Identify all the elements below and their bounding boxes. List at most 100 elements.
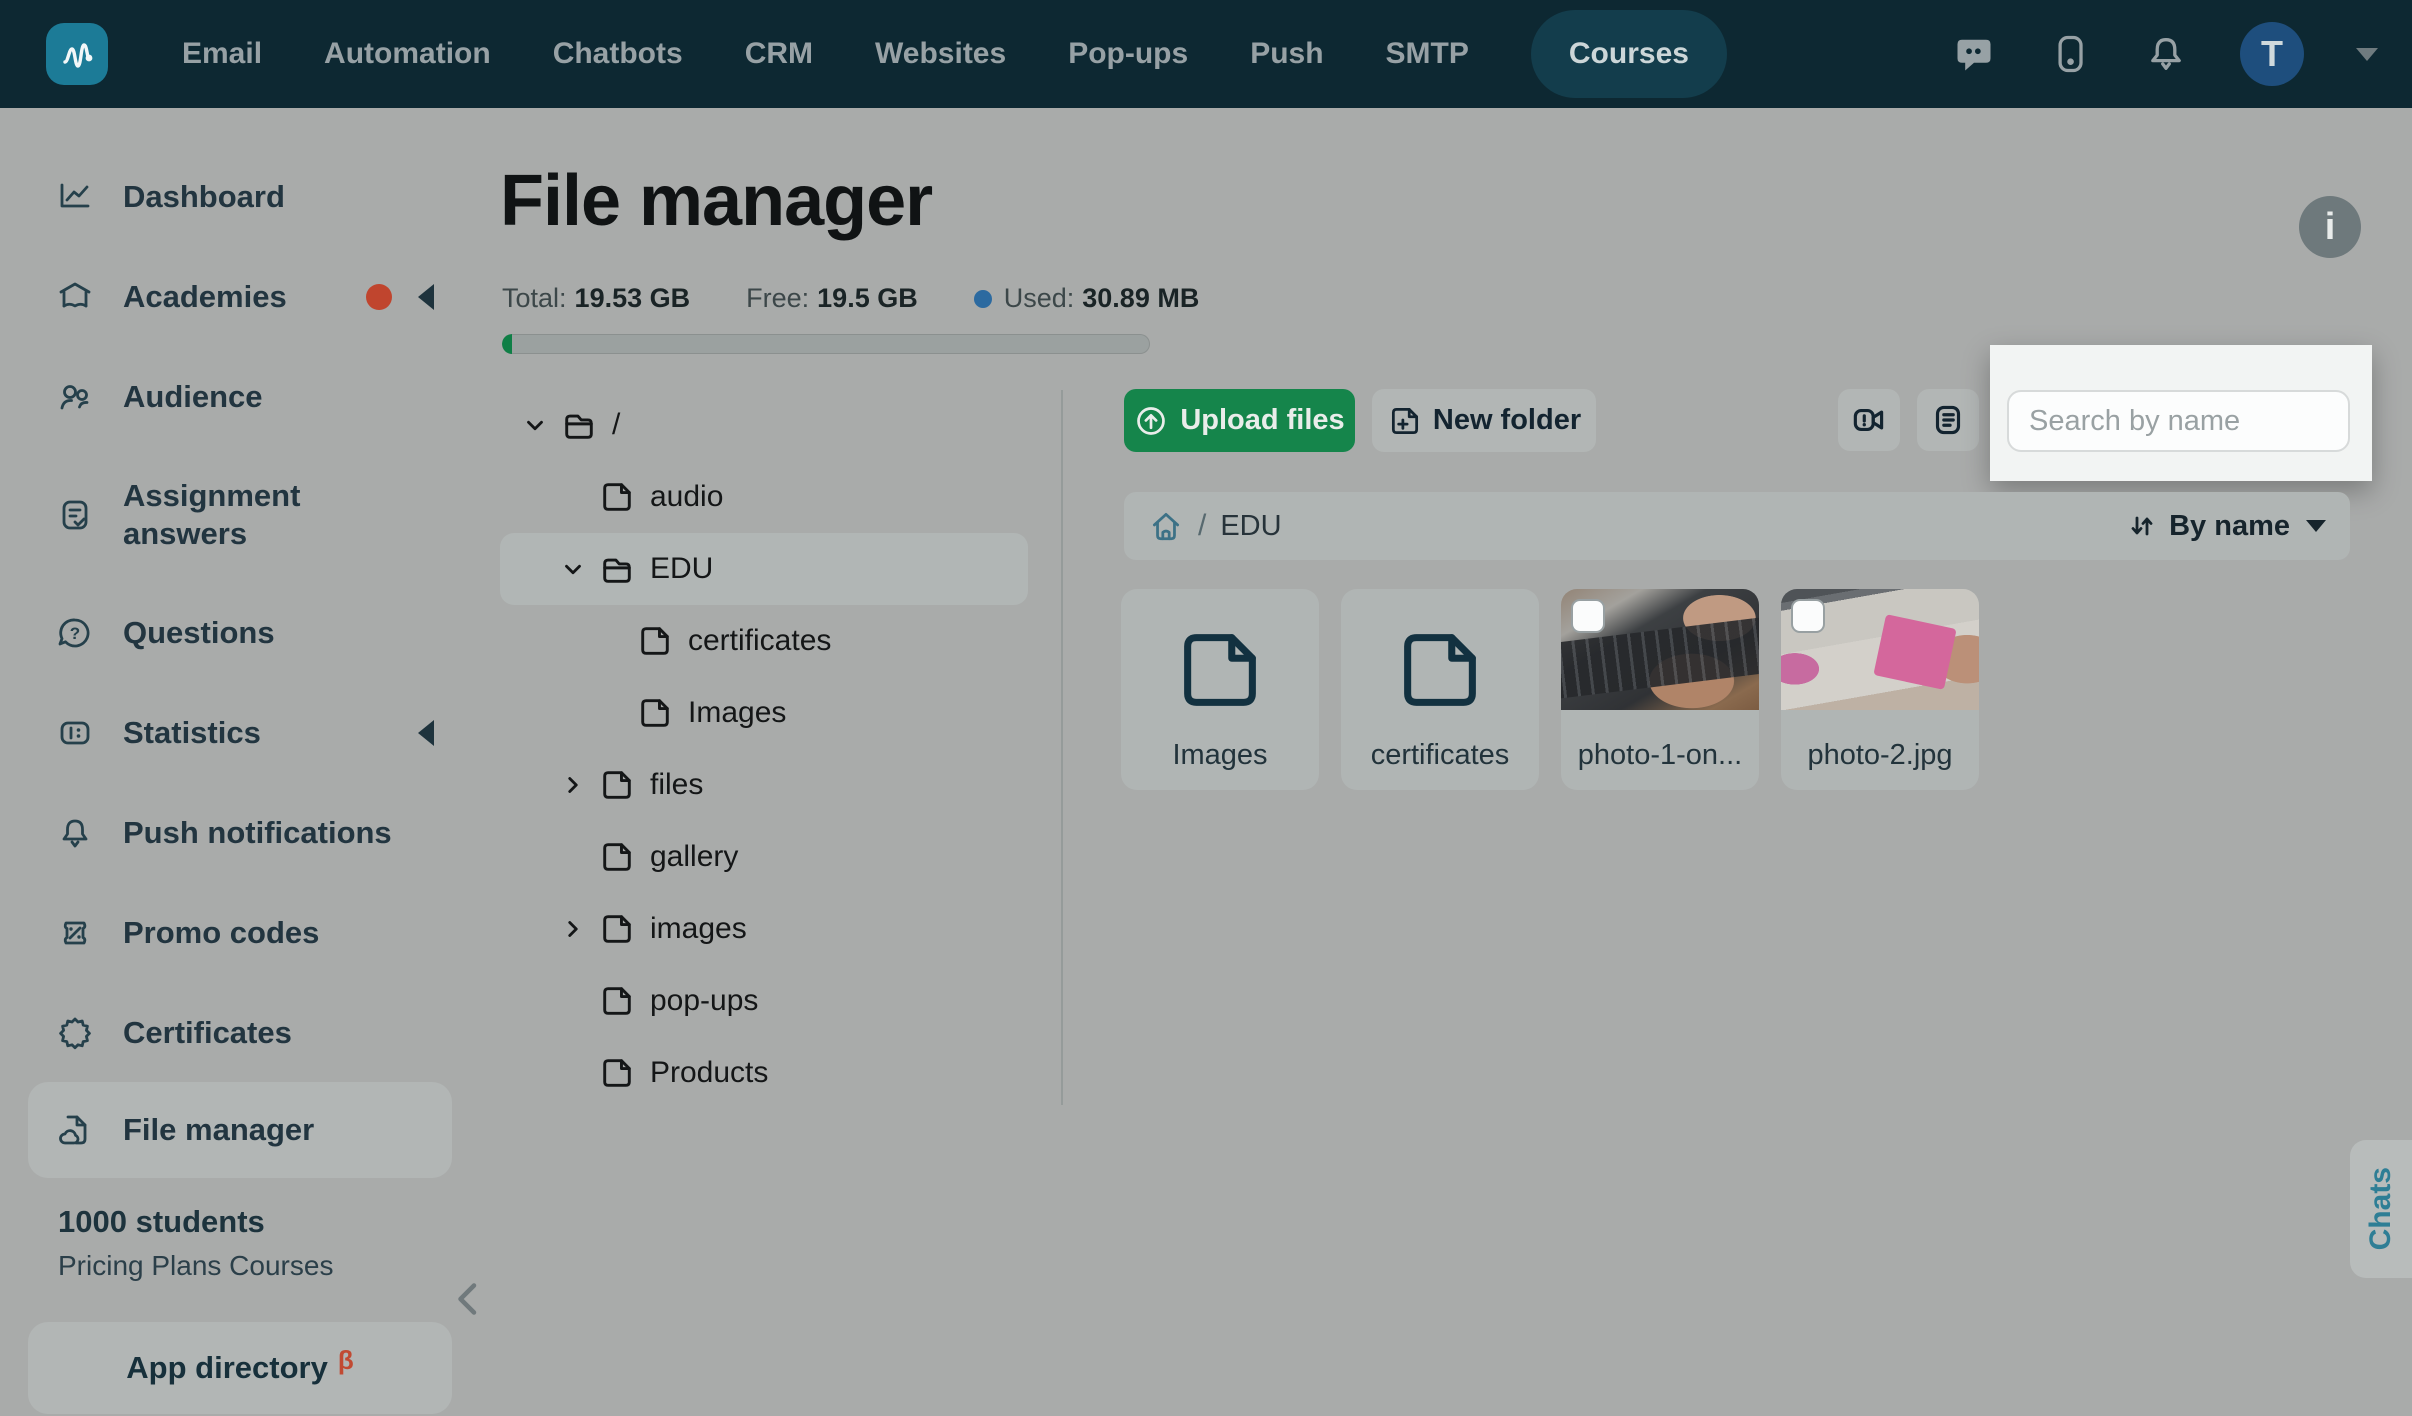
file-manager-page: Email Automation Chatbots CRM Websites P… [0, 0, 2412, 1416]
chevron-right-icon[interactable] [560, 772, 586, 798]
tree-item-pop-ups[interactable]: pop-ups [500, 965, 1060, 1037]
bell-icon [55, 813, 95, 853]
pulse-logo-icon [55, 32, 99, 76]
navbar-right-controls: T [1952, 22, 2378, 86]
tree-item-certificates[interactable]: certificates [500, 605, 1060, 677]
sort-dropdown[interactable]: By name [2127, 510, 2326, 543]
folder-icon [1390, 615, 1490, 725]
beta-badge: β [338, 1345, 354, 1376]
file-name: photo-1-on... [1561, 739, 1759, 772]
upload-icon [1134, 404, 1168, 438]
plan-subtitle[interactable]: Pricing Plans Courses [58, 1250, 333, 1282]
home-icon[interactable] [1148, 508, 1184, 544]
chat-messages-icon[interactable] [1952, 32, 1996, 76]
sort-arrows-icon [2127, 511, 2157, 541]
info-icon[interactable]: i [2299, 196, 2361, 258]
question-icon: ? [55, 613, 95, 653]
total-label: Total: [502, 283, 567, 314]
brand-logo[interactable] [46, 23, 108, 85]
video-camera-icon [1848, 399, 1890, 441]
folder-icon [598, 766, 636, 804]
nav-item-smtp[interactable]: SMTP [1386, 37, 1469, 71]
account-menu-caret-icon[interactable] [2356, 48, 2378, 61]
page-title: File manager [500, 160, 932, 242]
breadcrumb-current[interactable]: EDU [1220, 510, 1281, 543]
tree-item-root[interactable]: / [500, 389, 1060, 461]
primary-nav: Email Automation Chatbots CRM Websites P… [182, 10, 1727, 98]
tree-item-gallery[interactable]: gallery [500, 821, 1060, 893]
folder-open-icon [598, 550, 636, 588]
folder-card-certificates[interactable]: certificates [1341, 589, 1539, 790]
sort-caret-icon [2306, 520, 2326, 532]
image-card-photo-1[interactable]: photo-1-on... [1561, 589, 1759, 790]
collapse-triangle-icon[interactable] [418, 284, 434, 310]
tree-item-files[interactable]: files [500, 749, 1060, 821]
select-checkbox[interactable] [1791, 599, 1825, 633]
sidebar-item-statistics[interactable]: Statistics [0, 701, 460, 765]
folder-icon [636, 694, 674, 732]
chevron-right-icon[interactable] [560, 916, 586, 942]
sidebar-collapse-chevron-icon[interactable] [450, 1278, 486, 1320]
list-view-button[interactable] [1917, 389, 1979, 451]
tree-item-images[interactable]: images [500, 893, 1060, 965]
sidebar-item-push-notifications[interactable]: Push notifications [0, 801, 460, 865]
folder-icon [598, 478, 636, 516]
folder-icon [598, 1054, 636, 1092]
app-directory-button[interactable]: App directory β [28, 1322, 452, 1414]
dashboard-icon [55, 177, 95, 217]
file-name: photo-2.jpg [1781, 739, 1979, 772]
sidebar-item-questions[interactable]: ? Questions [0, 601, 460, 665]
chevron-down-icon[interactable] [522, 412, 548, 438]
user-avatar[interactable]: T [2240, 22, 2304, 86]
search-input[interactable] [2007, 390, 2350, 452]
chevron-down-icon[interactable] [560, 556, 586, 582]
notification-dot [366, 284, 392, 310]
nav-item-popups[interactable]: Pop-ups [1068, 37, 1188, 71]
nav-item-websites[interactable]: Websites [875, 37, 1006, 71]
sidebar-menu: Dashboard Academies Audience [0, 108, 460, 1178]
statistics-icon [55, 713, 95, 753]
sidebar-item-audience[interactable]: Audience [0, 365, 460, 429]
used-label: Used: [1004, 283, 1075, 314]
sidebar-item-file-manager[interactable]: File manager [28, 1082, 452, 1178]
folder-card-images[interactable]: Images [1121, 589, 1319, 790]
chats-side-tab[interactable]: Chats [2350, 1140, 2412, 1278]
sidebar-item-dashboard[interactable]: Dashboard [0, 165, 460, 229]
certificate-seal-icon [55, 1013, 95, 1053]
collapse-triangle-icon[interactable] [418, 720, 434, 746]
svg-text:?: ? [70, 624, 80, 643]
plan-info: 1000 students Pricing Plans Courses [58, 1204, 333, 1282]
mobile-app-icon[interactable] [2048, 32, 2092, 76]
nav-item-chatbots[interactable]: Chatbots [553, 37, 683, 71]
folder-icon [598, 838, 636, 876]
folder-icon [1170, 615, 1270, 725]
assignment-icon [55, 495, 95, 535]
sidebar: Dashboard Academies Audience [0, 108, 460, 1416]
upload-files-button[interactable]: Upload files [1124, 389, 1355, 452]
folder-open-icon [560, 406, 598, 444]
folder-plus-icon [1387, 403, 1423, 439]
plan-title: 1000 students [58, 1204, 333, 1240]
nav-item-automation[interactable]: Automation [324, 37, 491, 71]
nav-item-email[interactable]: Email [182, 37, 262, 71]
tree-item-audio[interactable]: audio [500, 461, 1060, 533]
nav-item-push[interactable]: Push [1250, 37, 1323, 71]
free-value: 19.5 GB [817, 283, 918, 314]
image-card-photo-2[interactable]: photo-2.jpg [1781, 589, 1979, 790]
folder-icon [598, 982, 636, 1020]
sidebar-item-certificates[interactable]: Certificates [0, 1001, 460, 1065]
tree-item-edu[interactable]: EDU [500, 533, 1028, 605]
notifications-bell-icon[interactable] [2144, 32, 2188, 76]
nav-item-courses[interactable]: Courses [1531, 10, 1727, 98]
breadcrumb-bar: / EDU By name [1124, 492, 2350, 560]
folder-icon [636, 622, 674, 660]
video-tutorial-button[interactable] [1838, 389, 1900, 451]
sidebar-item-assignment-answers[interactable]: Assignment answers [0, 465, 460, 565]
sidebar-item-academies[interactable]: Academies [0, 265, 460, 329]
nav-item-crm[interactable]: CRM [745, 37, 813, 71]
new-folder-button[interactable]: New folder [1372, 389, 1596, 452]
tree-item-images-sub[interactable]: Images [500, 677, 1060, 749]
tree-item-products[interactable]: Products [500, 1037, 1060, 1109]
sidebar-item-promo-codes[interactable]: Promo codes [0, 901, 460, 965]
select-checkbox[interactable] [1571, 599, 1605, 633]
